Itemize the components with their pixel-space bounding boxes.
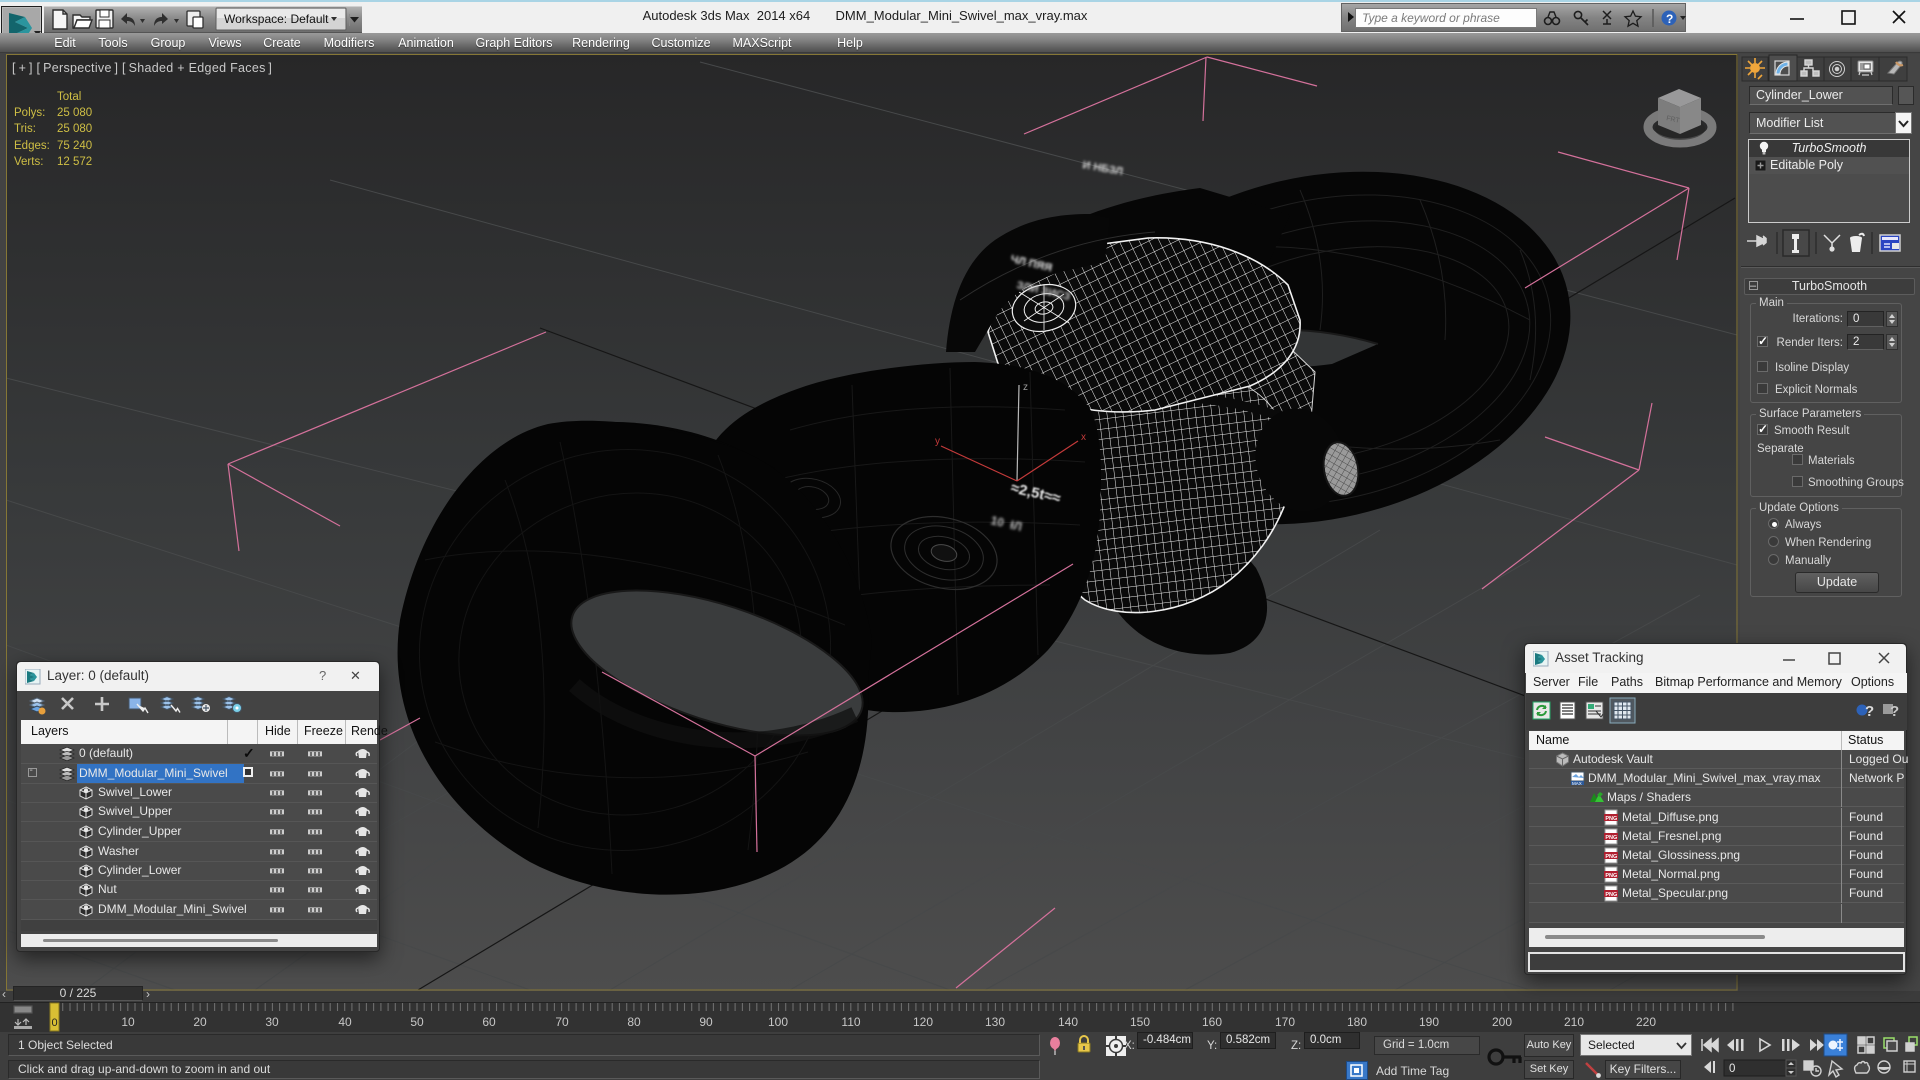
svg-text:140: 140 xyxy=(1058,1015,1078,1029)
svg-text:30: 30 xyxy=(265,1015,279,1029)
svg-text:150: 150 xyxy=(1130,1015,1150,1029)
svg-text:90: 90 xyxy=(699,1015,713,1029)
svg-text:PNG: PNG xyxy=(1605,816,1617,822)
svg-text:?: ? xyxy=(1890,703,1899,720)
svg-text:MAX: MAX xyxy=(1572,781,1582,786)
svg-text:190: 190 xyxy=(1419,1015,1439,1029)
svg-text:50: 50 xyxy=(410,1015,424,1029)
svg-text:PNG: PNG xyxy=(1605,873,1617,879)
svg-text:?: ? xyxy=(1666,12,1673,26)
svg-text:PNG: PNG xyxy=(1605,854,1617,860)
svg-text:100: 100 xyxy=(768,1015,788,1029)
svg-text:20: 20 xyxy=(193,1015,207,1029)
svg-text:210: 210 xyxy=(1564,1015,1584,1029)
svg-text:y: y xyxy=(935,436,940,447)
svg-text:110: 110 xyxy=(841,1015,860,1029)
svg-text:PNG: PNG xyxy=(1605,835,1617,841)
svg-text:PNG: PNG xyxy=(1605,892,1617,898)
svg-text:0: 0 xyxy=(1729,1063,1735,1075)
svg-text:180: 180 xyxy=(1347,1015,1367,1029)
svg-text:130: 130 xyxy=(985,1015,1005,1029)
svg-text:80: 80 xyxy=(627,1015,641,1029)
svg-text:40: 40 xyxy=(338,1015,352,1029)
svg-text:0: 0 xyxy=(51,1017,57,1029)
svg-text:z: z xyxy=(1023,382,1028,393)
svg-text:Workspace: Default: Workspace: Default xyxy=(224,12,329,26)
svg-text:170: 170 xyxy=(1275,1015,1295,1029)
svg-text:60: 60 xyxy=(482,1015,496,1029)
svg-text:?: ? xyxy=(1865,703,1874,720)
svg-text:x: x xyxy=(1081,432,1086,443)
svg-text:120: 120 xyxy=(913,1015,933,1029)
svg-text:70: 70 xyxy=(555,1015,569,1029)
svg-text:160: 160 xyxy=(1202,1015,1222,1029)
svg-text:10: 10 xyxy=(121,1015,135,1029)
svg-text:200: 200 xyxy=(1492,1015,1512,1029)
svg-text:220: 220 xyxy=(1636,1015,1656,1029)
